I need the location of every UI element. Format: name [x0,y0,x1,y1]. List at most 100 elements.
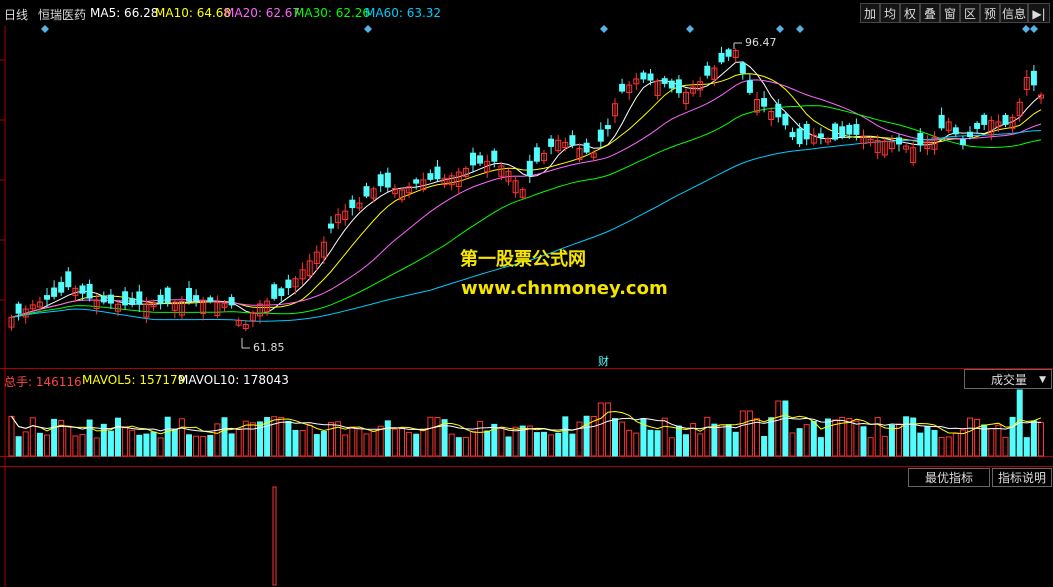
toolbar-add-button[interactable]: 加 [860,3,880,23]
indicator-bar [272,486,277,586]
volume-bar [583,415,590,457]
toolbar-forecast-button[interactable]: 预 [980,3,1000,23]
candle-body [661,78,668,84]
volume-bar [853,420,860,457]
candle-body [1030,70,1037,86]
candle-body [427,173,434,180]
volume-bar [221,417,228,457]
volume-bar [122,426,129,457]
candle-body [640,72,647,80]
candle-body [548,138,555,147]
ma5-value: MA5: 66.28 [90,6,159,20]
ma30-value: MA30: 62.26 [294,6,371,20]
volume-bar [278,417,285,457]
volume-bar [619,421,626,457]
volume-bar [995,424,1002,457]
volume-bar [292,429,299,457]
volume-bar [129,429,136,457]
toolbar-rights-button[interactable]: 权 [900,3,920,23]
volume-bar [796,428,803,457]
volume-bar [533,432,540,457]
volume-bar [1038,422,1044,457]
volume-bar [555,432,562,457]
candle-body [470,152,476,166]
candle-body [193,295,200,301]
info-diamond-icon [600,25,608,33]
candle-body [51,287,58,297]
volume-bar [860,426,867,457]
candle-body [477,155,484,164]
info-diamond-icon [1030,25,1038,33]
candle-body [107,294,114,304]
volume-bar [817,437,824,457]
volume-bar [626,429,633,457]
volume-bar [249,422,256,457]
volume-bar [967,417,973,457]
candle-body [583,142,590,153]
candle-body [896,137,902,145]
finance-event-marker[interactable]: 财 [598,354,609,368]
volume-bar [1023,437,1030,457]
candle-body [164,287,171,304]
volume-bar [22,431,29,457]
candle-body [832,123,839,140]
volume-bar [242,420,249,457]
candle-body [157,294,164,304]
volume-bar [541,431,547,457]
toolbar-average-button[interactable]: 均 [880,3,900,23]
volume-bar [526,425,533,457]
volume-bar [931,430,938,457]
candle-body [952,127,959,135]
candle-body [271,284,278,299]
volume-bar [299,430,306,457]
candle-body [647,73,654,81]
volume-bar [988,428,995,457]
candle-body [122,291,129,306]
volume-bar [597,402,604,457]
volume-bar [739,410,746,457]
volume-bar [903,416,910,457]
toolbar-range-button[interactable]: 区 [960,3,980,23]
price-high-annotation: 96.47 [733,36,777,49]
volume-bar [36,432,43,457]
candle-body [803,123,810,140]
candle-body [186,287,192,302]
volume-bar [370,431,377,457]
toolbar-overlay-button[interactable]: 叠 [920,3,940,23]
volume-bar [612,418,618,457]
period-label[interactable]: 日线 [4,6,28,23]
candle-body [619,83,626,92]
info-diamond-icon [796,25,804,33]
toolbar-collapse-icon[interactable]: ▶| [1028,3,1050,23]
mavol5-value: MAVOL5: 157179 [82,373,186,387]
candle-body [1002,115,1009,125]
candle-body [853,124,860,135]
candle-body [491,150,498,162]
candle-body [597,129,604,142]
candle-body [959,139,966,146]
volume-bar [498,426,505,457]
volume-bar [235,428,242,457]
info-diamond-icon [41,25,49,33]
volume-bar [470,431,476,457]
volume-bar [171,428,178,457]
volume-bar [746,410,753,457]
volume-bar [633,432,640,457]
price-low-annotation: 61.85 [241,338,285,354]
volume-bar [285,420,292,457]
volume-bar [548,434,555,457]
best-indicator-button[interactable]: 最优指标 [908,468,990,487]
ma20-value: MA20: 62.67 [224,6,301,20]
candle-body [79,285,86,294]
indicator-select[interactable]: 成交量 ▼ [964,369,1052,389]
volume-bar [320,430,327,457]
toolbar-info-button[interactable]: 信息 [1000,3,1028,23]
event-markers [41,25,1038,33]
indicator-help-button[interactable]: 指标说明 [992,468,1052,487]
volume-bar [1002,436,1009,457]
candle-body [377,174,384,187]
candle-body [739,62,746,74]
info-diamond-icon [686,25,694,33]
toolbar-window-button[interactable]: 窗 [940,3,960,23]
volume-bar [683,434,689,457]
